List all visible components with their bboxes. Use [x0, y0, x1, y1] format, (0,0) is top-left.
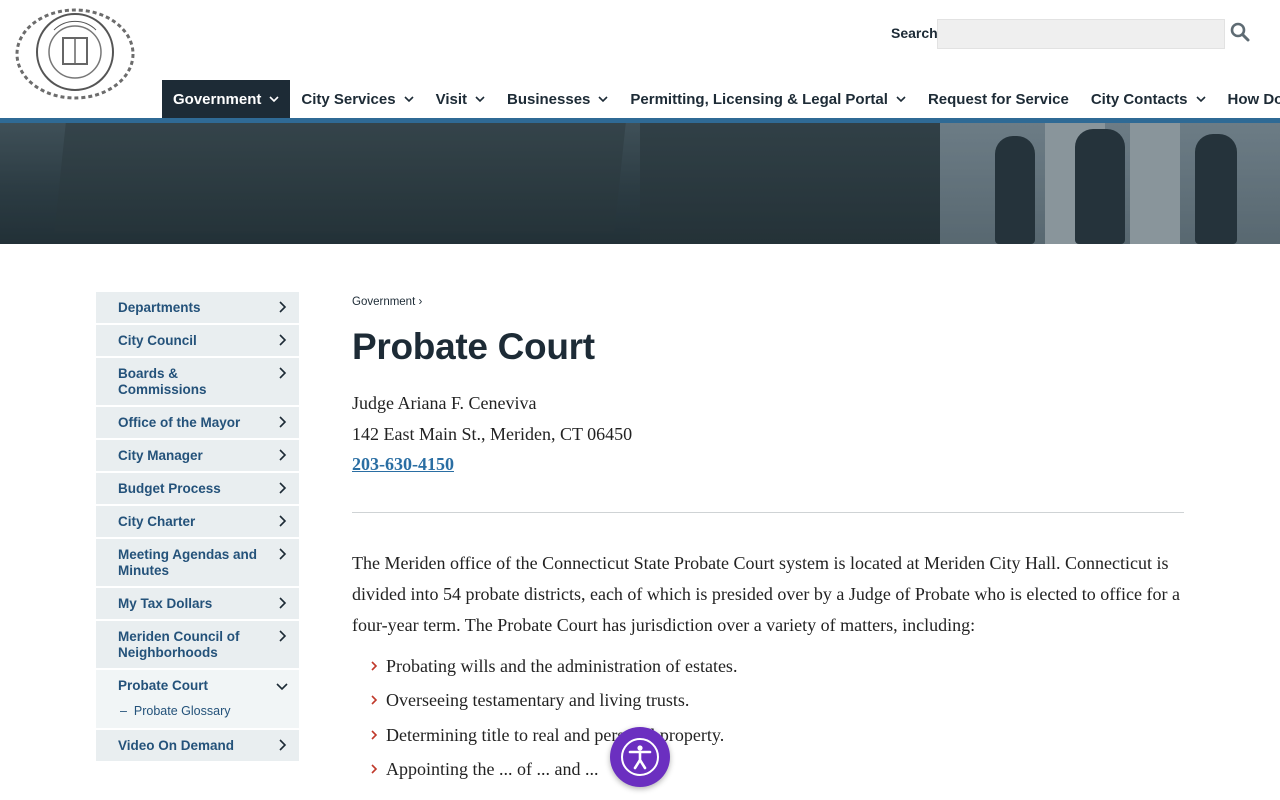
judge-name: Judge Ariana F. Ceneviva: [352, 393, 537, 413]
chevron-right-icon: [371, 660, 378, 671]
sidebar-item-video[interactable]: Video On Demand: [96, 730, 299, 763]
main-nav: Government City Services Visit Businesse…: [162, 80, 1280, 118]
chevron-right-icon: [279, 334, 287, 346]
list-item: Probating wills and the administration o…: [352, 655, 1184, 690]
chevron-down-icon: [276, 683, 288, 691]
chevron-right-icon: [279, 597, 287, 609]
chevron-right-icon: [279, 367, 287, 379]
sidebar-item-mayor[interactable]: Office of the Mayor: [96, 407, 299, 440]
chevron-down-icon: [598, 96, 608, 103]
divider: [352, 511, 1184, 513]
breadcrumb-separator: ›: [418, 296, 423, 308]
chevron-down-icon: [404, 96, 414, 103]
accessibility-widget-button[interactable]: [610, 727, 670, 787]
sidebar-item-neighborhoods[interactable]: Meriden Council of Neighborhoods: [96, 621, 299, 670]
intro-paragraph: The Meriden office of the Connecticut St…: [352, 552, 1180, 635]
list-item: Overseeing testamentary and living trust…: [352, 689, 1184, 724]
list-item: Determining title to real and personal p…: [352, 724, 1184, 759]
page-title: Probate Court: [352, 326, 595, 367]
chevron-right-icon: [371, 729, 378, 740]
hero-banner: [0, 123, 1280, 244]
chevron-right-icon: [371, 695, 378, 705]
phone-link[interactable]: 203-630-4150: [352, 454, 454, 474]
nav-item-city-services[interactable]: City Services: [290, 80, 424, 118]
dash-icon: –: [120, 704, 134, 718]
sidebar-item-departments[interactable]: Departments: [96, 292, 299, 325]
search-icon[interactable]: [1230, 22, 1252, 46]
breadcrumb-link-government[interactable]: Government: [352, 296, 415, 308]
nav-item-request-for-service[interactable]: Request for Service: [917, 80, 1080, 118]
nav-item-businesses[interactable]: Businesses: [496, 80, 619, 118]
chevron-down-icon: [1195, 96, 1206, 103]
sidebar-subitem-probate-glossary[interactable]: – Probate Glossary: [96, 704, 299, 730]
sidebar-item-budget[interactable]: Budget Process: [96, 473, 299, 506]
chevron-right-icon: [279, 515, 287, 527]
nav-item-permitting[interactable]: Permitting, Licensing & Legal Portal: [619, 80, 917, 118]
contact-block: Judge Ariana F. Ceneviva 142 East Main S…: [352, 388, 1184, 480]
accessibility-icon: [621, 738, 659, 776]
chevron-right-icon: [279, 449, 287, 461]
search-input[interactable]: [937, 19, 1225, 49]
chevron-right-icon: [279, 630, 287, 642]
sidebar-item-agendas[interactable]: Meeting Agendas and Minutes: [96, 539, 299, 588]
chevron-right-icon: [279, 739, 287, 751]
chevron-right-icon: [371, 764, 378, 774]
nav-item-how-do-i[interactable]: How Do I?: [1217, 80, 1280, 118]
court-address: 142 East Main St., Meriden, CT 06450: [352, 423, 633, 444]
main-content: Government › Probate Court Judge Ariana …: [352, 296, 1184, 793]
sidebar-item-city-council[interactable]: City Council: [96, 325, 299, 358]
city-seal-logo[interactable]: [14, 8, 136, 100]
nav-item-visit[interactable]: Visit: [425, 80, 496, 118]
chevron-right-icon: [279, 548, 287, 560]
sidebar-item-tax-dollars[interactable]: My Tax Dollars: [96, 588, 299, 621]
nav-item-city-contacts[interactable]: City Contacts: [1080, 80, 1217, 118]
nav-item-government[interactable]: Government: [162, 80, 291, 118]
section-sidebar: Departments City Council Boards & Commis…: [96, 292, 299, 763]
chevron-right-icon: [279, 416, 287, 428]
chevron-down-icon: [896, 96, 906, 103]
site-header: Search Government City Services Visit Bu…: [0, 0, 1280, 120]
list-item: Appointing the ... of ... and ...: [352, 758, 1184, 793]
breadcrumb: Government ›: [352, 296, 1184, 308]
chevron-down-icon: [475, 96, 485, 103]
sidebar-item-probate-court[interactable]: Probate Court: [96, 670, 299, 704]
sidebar-item-city-manager[interactable]: City Manager: [96, 440, 299, 473]
jurisdiction-list: Probating wills and the administration o…: [352, 655, 1184, 793]
sidebar-item-boards[interactable]: Boards & Commissions: [96, 358, 299, 407]
chevron-right-icon: [279, 301, 287, 313]
search-label: Search: [891, 25, 938, 41]
hero-overlay: [0, 123, 1280, 244]
chevron-right-icon: [279, 482, 287, 494]
chevron-down-icon: [269, 96, 279, 103]
sidebar-item-charter[interactable]: City Charter: [96, 506, 299, 539]
